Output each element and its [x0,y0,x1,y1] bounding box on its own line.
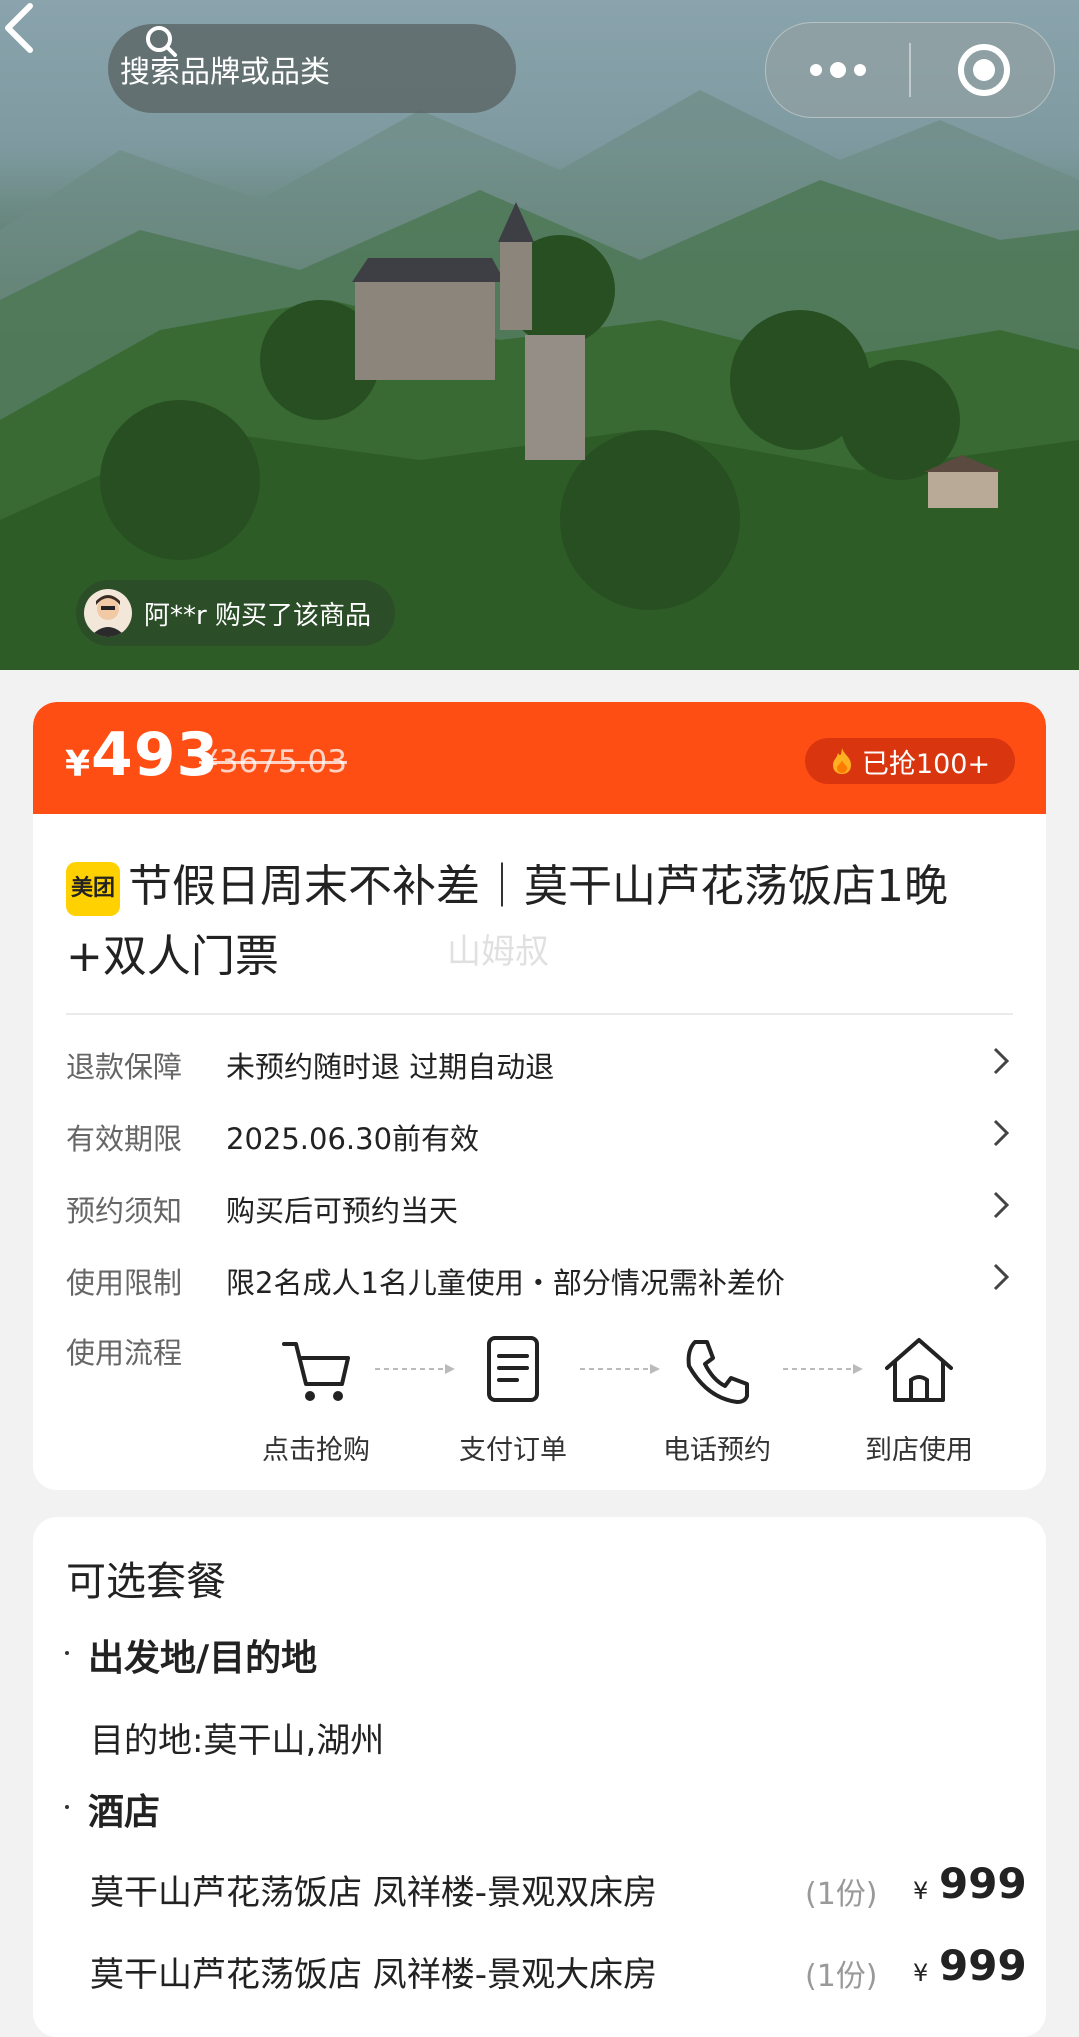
info-value: 购买后可预约当天 [226,1194,459,1228]
flow-step-visit: 到店使用 [849,1330,989,1467]
avatar [84,589,132,637]
chevron-right-icon [993,1191,1010,1219]
usage-flow-label: 使用流程 [66,1336,183,1370]
miniprogram-capsule [765,22,1055,118]
bullet-dot [65,1651,69,1655]
package-item-currency: ¥ [913,1959,929,1987]
package-item-price: 999 [939,1859,1027,1908]
destination-text: 目的地:莫干山,湖州 [90,1721,385,1761]
package-item-price: 999 [939,1941,1027,1990]
chevron-right-icon [993,1119,1010,1147]
close-target-icon[interactable] [956,42,1012,98]
price-band: ¥ 493 ¥3675.03 已抢100+ [33,702,1046,814]
flow-step-label: 到店使用 [865,1435,973,1466]
chevron-right-icon [993,1263,1010,1291]
departure-destination-heading: 出发地/目的地 [88,1638,318,1679]
product-card: ¥ 493 ¥3675.03 已抢100+ 美团 节假日周末不补差｜莫干山芦花荡饭… [33,702,1046,1490]
meituan-logo: 美团 [66,862,120,916]
capsule-divider [909,43,911,97]
package-card: 可选套餐 出发地/目的地 目的地:莫干山,湖州 酒店 莫干山芦花荡饭店 凤祥楼-… [33,1517,1046,2037]
sold-badge: 已抢100+ [805,738,1015,784]
package-item-qty: (1份) [805,1959,878,1994]
back-arrow-icon[interactable] [0,0,40,56]
info-value: 限2名成人1名儿童使用・部分情况需补差价 [226,1266,785,1300]
hero-image: 搜索品牌或品类 阿**r 购买了该商品 [0,0,1079,670]
info-value: 2025.06.30前有效 [226,1122,480,1156]
buyer-notice-text: 阿**r 购买了该商品 [144,600,371,631]
sold-badge-text: 已抢100+ [861,748,991,780]
hotel-heading: 酒店 [88,1792,161,1833]
info-row-refund[interactable]: 退款保障 未预约随时退 过期自动退 [66,1036,1013,1086]
flow-step-label: 电话预约 [663,1435,771,1466]
info-row-booking[interactable]: 预约须知 购买后可预约当天 [66,1180,1013,1230]
package-section-title: 可选套餐 [66,1559,226,1605]
info-key: 预约须知 [66,1194,183,1228]
document-icon [487,1336,539,1402]
phone-icon [686,1340,749,1404]
search-icon [146,26,177,57]
info-row-validity[interactable]: 有效期限 2025.06.30前有效 [66,1108,1013,1158]
package-item-name: 莫干山芦花荡饭店 凤祥楼-景观大床房 [90,1955,658,1995]
buyer-notice: 阿**r 购买了该商品 [76,580,395,646]
info-value: 未预约随时退 过期自动退 [226,1050,555,1084]
cart-icon [282,1342,350,1401]
price-currency: ¥ [65,744,91,785]
original-price: ¥3675.03 [199,744,347,780]
more-dots-icon[interactable] [808,60,868,80]
fire-icon [832,748,851,774]
flow-step-call: 电话预约 [647,1330,787,1467]
info-row-restriction[interactable]: 使用限制 限2名成人1名儿童使用・部分情况需补差价 [66,1252,1013,1302]
flow-step-buy: 点击抢购 [246,1330,386,1467]
flow-step-label: 点击抢购 [262,1435,370,1466]
flow-step-label: 支付订单 [459,1435,567,1466]
watermark: 山姆叔 [447,932,549,972]
person-avatar-icon [90,595,126,637]
package-item-currency: ¥ [913,1877,929,1905]
info-key: 使用限制 [66,1266,183,1300]
home-icon [885,1338,953,1402]
chevron-right-icon [993,1047,1010,1075]
search-bar[interactable]: 搜索品牌或品类 [108,24,516,113]
flow-step-pay: 支付订单 [443,1330,583,1467]
info-key: 有效期限 [66,1122,183,1156]
package-item-name: 莫干山芦花荡饭店 凤祥楼-景观双床房 [90,1873,658,1913]
package-item-qty: (1份) [805,1877,878,1912]
bullet-dot [65,1805,69,1809]
divider [66,1013,1013,1015]
info-key: 退款保障 [66,1050,183,1084]
